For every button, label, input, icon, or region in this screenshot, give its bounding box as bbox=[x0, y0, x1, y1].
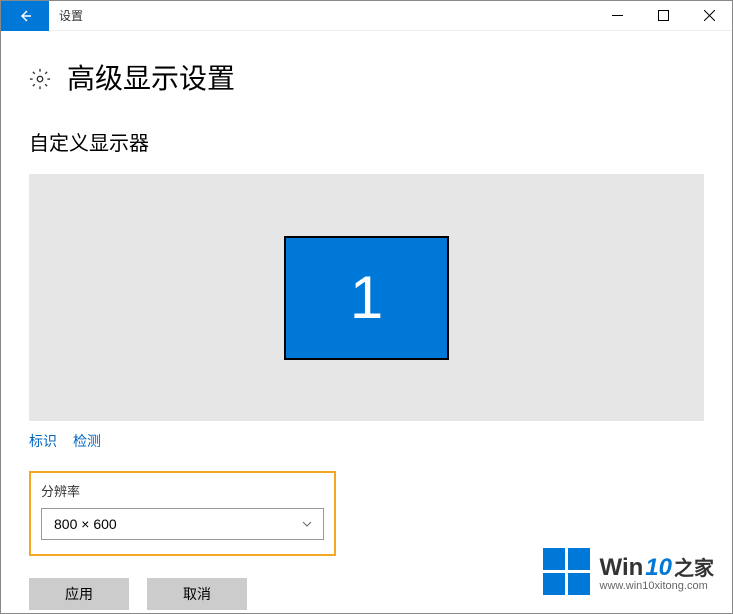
windows-logo-icon bbox=[543, 548, 590, 595]
window-controls bbox=[594, 1, 732, 31]
watermark-text: Win 10 之家 www.win10xitong.com bbox=[600, 552, 714, 592]
monitor-number: 1 bbox=[350, 263, 383, 332]
resolution-label: 分辨率 bbox=[41, 481, 324, 500]
monitor-identification-panel: 1 bbox=[29, 174, 704, 421]
resolution-highlight-box: 分辨率 800 × 600 bbox=[29, 471, 336, 556]
cancel-button[interactable]: 取消 bbox=[147, 578, 247, 610]
back-button[interactable] bbox=[1, 1, 49, 31]
content-area: 高级显示设置 自定义显示器 1 标识 检测 分辨率 800 × 600 应用 取… bbox=[1, 57, 732, 610]
gear-icon bbox=[29, 68, 51, 90]
maximize-icon bbox=[658, 10, 669, 21]
arrow-left-icon bbox=[17, 8, 33, 24]
close-button[interactable] bbox=[686, 1, 732, 31]
resolution-dropdown[interactable]: 800 × 600 bbox=[41, 508, 324, 540]
page-header: 高级显示设置 bbox=[29, 57, 704, 97]
watermark-win: Win bbox=[600, 554, 644, 582]
window-title: 设置 bbox=[59, 7, 83, 24]
resolution-selected-value: 800 × 600 bbox=[54, 516, 117, 532]
watermark-home: 之家 bbox=[674, 552, 714, 581]
close-icon bbox=[704, 10, 715, 21]
detect-link[interactable]: 检测 bbox=[73, 431, 101, 451]
chevron-down-icon bbox=[301, 518, 313, 530]
minimize-icon bbox=[612, 10, 623, 21]
titlebar: 设置 bbox=[1, 1, 732, 31]
monitor-links: 标识 检测 bbox=[29, 431, 704, 451]
page-title: 高级显示设置 bbox=[67, 57, 235, 97]
monitor-tile-1[interactable]: 1 bbox=[284, 236, 449, 360]
watermark-url: www.win10xitong.com bbox=[600, 580, 714, 592]
maximize-button[interactable] bbox=[640, 1, 686, 31]
minimize-button[interactable] bbox=[594, 1, 640, 31]
section-customize-title: 自定义显示器 bbox=[29, 127, 704, 156]
identify-link[interactable]: 标识 bbox=[29, 431, 57, 451]
watermark-10: 10 bbox=[645, 554, 672, 582]
apply-button[interactable]: 应用 bbox=[29, 578, 129, 610]
watermark: Win 10 之家 www.win10xitong.com bbox=[543, 548, 714, 595]
